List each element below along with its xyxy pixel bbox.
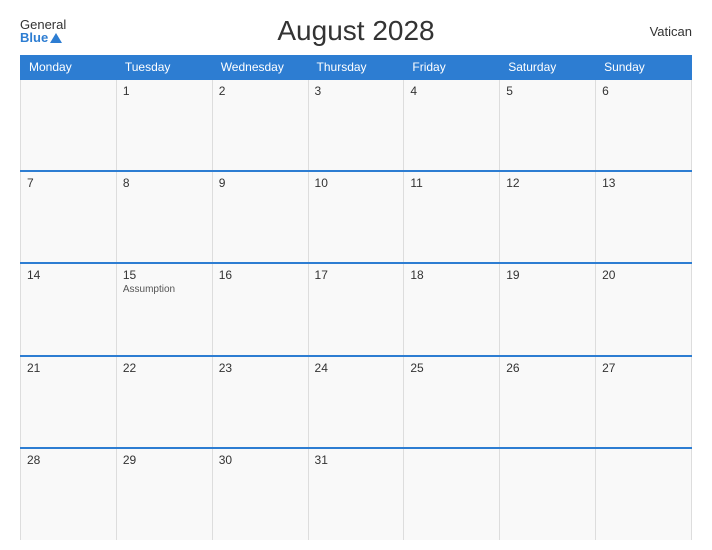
- calendar-day-cell: [21, 79, 117, 171]
- calendar-day-cell: 10: [308, 171, 404, 263]
- holiday-label: Assumption: [123, 284, 206, 295]
- calendar-body: 123456789101112131415Assumption161718192…: [21, 79, 692, 540]
- calendar-day-cell: 23: [212, 356, 308, 448]
- day-number: 22: [123, 361, 206, 375]
- logo-blue-text: Blue: [20, 31, 48, 44]
- day-number: 8: [123, 176, 206, 190]
- calendar-table: MondayTuesdayWednesdayThursdayFridaySatu…: [20, 55, 692, 540]
- day-number: 14: [27, 268, 110, 282]
- calendar-day-cell: 26: [500, 356, 596, 448]
- calendar-day-cell: 6: [596, 79, 692, 171]
- calendar-day-cell: 16: [212, 263, 308, 355]
- day-number: 24: [315, 361, 398, 375]
- weekday-row: MondayTuesdayWednesdayThursdayFridaySatu…: [21, 56, 692, 80]
- calendar-day-cell: 24: [308, 356, 404, 448]
- calendar-day-cell: 28: [21, 448, 117, 540]
- calendar-week-row: 123456: [21, 79, 692, 171]
- day-number: 6: [602, 84, 685, 98]
- calendar-title: August 2028: [277, 15, 434, 47]
- calendar-day-cell: 29: [116, 448, 212, 540]
- day-number: 7: [27, 176, 110, 190]
- day-number: 11: [410, 176, 493, 190]
- day-number: 19: [506, 268, 589, 282]
- calendar-day-cell: 2: [212, 79, 308, 171]
- calendar-day-cell: 20: [596, 263, 692, 355]
- calendar-day-cell: 12: [500, 171, 596, 263]
- calendar-week-row: 21 22 23 24 25 26 27: [21, 356, 692, 448]
- calendar-day-cell: 5: [500, 79, 596, 171]
- day-number: 27: [602, 361, 685, 375]
- calendar-day-cell: 8: [116, 171, 212, 263]
- day-number: 20: [602, 268, 685, 282]
- day-number: 1: [123, 84, 206, 98]
- calendar-day-cell: 7: [21, 171, 117, 263]
- calendar-day-cell: 14: [21, 263, 117, 355]
- day-number: 9: [219, 176, 302, 190]
- calendar-day-cell: 18: [404, 263, 500, 355]
- weekday-header: Monday: [21, 56, 117, 80]
- calendar-day-cell: 17: [308, 263, 404, 355]
- day-number: 17: [315, 268, 398, 282]
- day-number: 25: [410, 361, 493, 375]
- day-number: 2: [219, 84, 302, 98]
- calendar-day-cell: 30: [212, 448, 308, 540]
- calendar-day-cell: 27: [596, 356, 692, 448]
- day-number: 18: [410, 268, 493, 282]
- calendar-day-cell: 3: [308, 79, 404, 171]
- calendar-day-cell: [500, 448, 596, 540]
- calendar-day-cell: 19: [500, 263, 596, 355]
- day-number: 29: [123, 453, 206, 467]
- calendar-day-cell: 21: [21, 356, 117, 448]
- day-number: 23: [219, 361, 302, 375]
- calendar-day-cell: 9: [212, 171, 308, 263]
- calendar-day-cell: 31: [308, 448, 404, 540]
- calendar-header: General Blue August 2028 Vatican: [20, 15, 692, 47]
- day-number: 15: [123, 268, 206, 282]
- weekday-header: Saturday: [500, 56, 596, 80]
- logo: General Blue: [20, 18, 66, 44]
- weekday-header: Thursday: [308, 56, 404, 80]
- calendar-day-cell: 11: [404, 171, 500, 263]
- day-number: 5: [506, 84, 589, 98]
- calendar-day-cell: [404, 448, 500, 540]
- calendar-day-cell: 25: [404, 356, 500, 448]
- weekday-header: Tuesday: [116, 56, 212, 80]
- day-number: 30: [219, 453, 302, 467]
- calendar-day-cell: 13: [596, 171, 692, 263]
- calendar-day-cell: 15 Assumption: [116, 263, 212, 355]
- calendar-day-cell: 4: [404, 79, 500, 171]
- weekday-header: Wednesday: [212, 56, 308, 80]
- day-number: 16: [219, 268, 302, 282]
- day-number: 13: [602, 176, 685, 190]
- country-label: Vatican: [650, 24, 692, 39]
- day-number: 21: [27, 361, 110, 375]
- calendar-day-cell: [596, 448, 692, 540]
- calendar-week-row: 28 29 30 31: [21, 448, 692, 540]
- logo-triangle-icon: [50, 33, 62, 43]
- day-number: 3: [315, 84, 398, 98]
- calendar-day-cell: 1: [116, 79, 212, 171]
- weekday-header: Sunday: [596, 56, 692, 80]
- calendar-week-row: 789 10 11 12 13: [21, 171, 692, 263]
- calendar-header-row: MondayTuesdayWednesdayThursdayFridaySatu…: [21, 56, 692, 80]
- day-number: 31: [315, 453, 398, 467]
- day-number: 10: [315, 176, 398, 190]
- day-number: 12: [506, 176, 589, 190]
- day-number: 28: [27, 453, 110, 467]
- day-number: 4: [410, 84, 493, 98]
- calendar-day-cell: 22: [116, 356, 212, 448]
- weekday-header: Friday: [404, 56, 500, 80]
- calendar-week-row: 14 15 Assumption 16 17 18 19 20: [21, 263, 692, 355]
- day-number: 26: [506, 361, 589, 375]
